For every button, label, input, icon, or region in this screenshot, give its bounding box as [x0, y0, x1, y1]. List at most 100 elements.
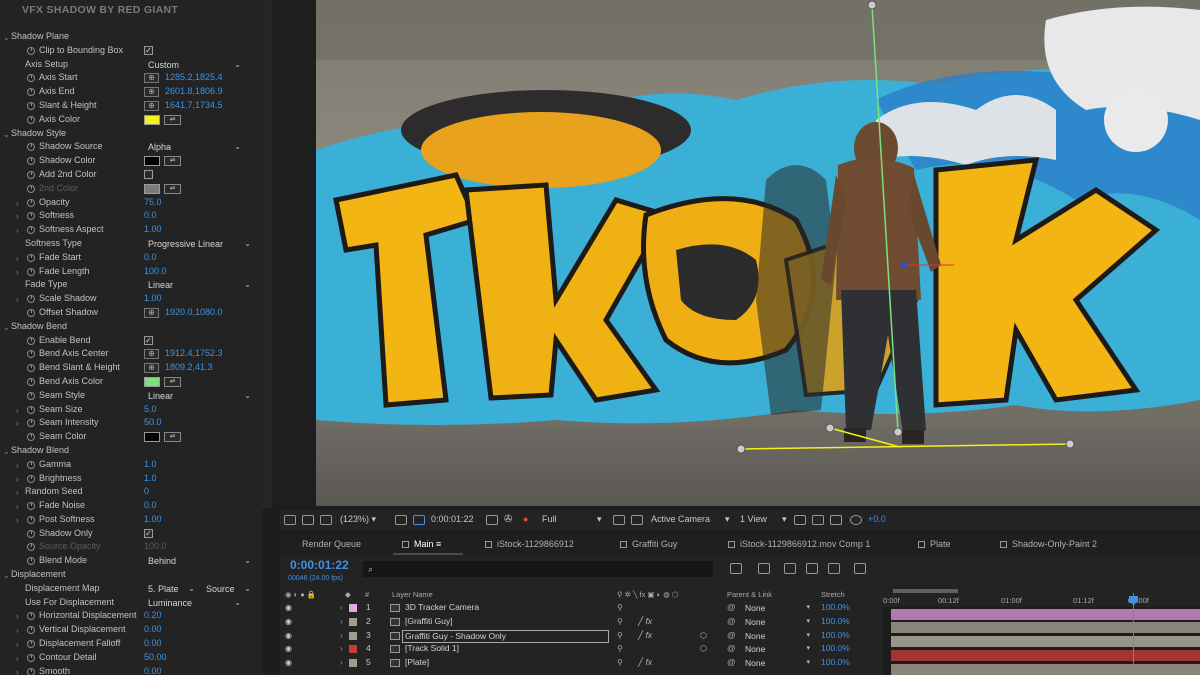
stopwatch-icon[interactable]	[27, 502, 35, 511]
tab-shadow-only-paint-2[interactable]: Shadow-Only-Paint 2	[1000, 539, 1097, 549]
shy-layers-icon[interactable]	[784, 563, 796, 574]
fast-preview-icon[interactable]	[413, 515, 425, 525]
color-channels-icon[interactable]: ●	[523, 514, 528, 524]
property-value[interactable]: 1.00	[144, 223, 162, 237]
twirl-right-icon[interactable]: ›	[16, 610, 19, 624]
stopwatch-icon[interactable]	[27, 336, 35, 345]
stopwatch-icon[interactable]	[27, 474, 35, 483]
composition-viewer[interactable]	[262, 0, 1200, 508]
layer-row[interactable]: ◉ › 2 [Graffiti Guy] ⚲ ╱ fx @ None ▾ 100.0%	[280, 615, 880, 629]
stopwatch-icon[interactable]	[27, 460, 35, 469]
stopwatch-icon[interactable]	[27, 405, 35, 414]
views-dropdown[interactable]: 1 View ▾	[740, 514, 787, 524]
checkbox[interactable]: ✓	[144, 529, 153, 539]
3d-layer-icon[interactable]: ⬡	[700, 642, 707, 656]
color-swatch[interactable]	[144, 114, 160, 125]
property-value[interactable]: 0	[144, 485, 149, 499]
point-value[interactable]: 1641.7,1734.5	[165, 99, 223, 113]
twirl-right-icon[interactable]: ›	[16, 252, 19, 266]
stopwatch-icon[interactable]	[27, 543, 35, 552]
eyedropper-icon[interactable]: ⇌	[164, 114, 181, 125]
zoom-dropdown[interactable]: (123%) ▾	[340, 514, 376, 525]
property-value[interactable]: 0.0	[144, 499, 157, 513]
stopwatch-icon[interactable]	[27, 308, 35, 317]
layer-row[interactable]: ◉ › 4 [Track Solid 1] ⚲ ⬡ @ None ▾ 100.0%	[280, 642, 880, 656]
label-color-swatch[interactable]	[349, 659, 357, 668]
3d-renderer-icon[interactable]	[812, 515, 824, 525]
twirl-right-icon[interactable]: ›	[16, 500, 19, 514]
eye-icon[interactable]: ◉	[285, 601, 292, 615]
color-swatch[interactable]	[144, 432, 160, 443]
column-parent[interactable]: Parent & Link	[727, 590, 772, 599]
twirl-right-icon[interactable]: ›	[16, 210, 19, 224]
stopwatch-icon[interactable]	[27, 433, 35, 442]
label-color-swatch[interactable]	[349, 645, 357, 654]
property-dropdown[interactable]: Custom ⌄	[144, 58, 244, 71]
property-dropdown[interactable]: Behind ⌄	[144, 555, 254, 568]
property-value[interactable]: 0.00	[144, 637, 162, 651]
property-value[interactable]: 1.0	[144, 472, 157, 486]
chevron-right-icon[interactable]: ›	[340, 601, 343, 615]
layer-duration-bar[interactable]	[891, 649, 1200, 661]
stopwatch-icon[interactable]	[27, 364, 35, 373]
chevron-right-icon[interactable]: ›	[340, 629, 343, 643]
stopwatch-icon[interactable]	[27, 667, 35, 675]
stopwatch-icon[interactable]	[27, 529, 35, 538]
group-label[interactable]: Shadow Style	[11, 127, 66, 141]
twirl-right-icon[interactable]: ›	[16, 197, 19, 211]
stopwatch-icon[interactable]	[27, 212, 35, 221]
twirl-right-icon[interactable]: ›	[16, 652, 19, 666]
layer-row[interactable]: ◉ › 1 3D Tracker Camera ⚲ @ None ▾ 100.0%	[280, 601, 880, 615]
composition-frame[interactable]	[316, 0, 1200, 506]
twirl-right-icon[interactable]: ›	[16, 514, 19, 528]
stopwatch-icon[interactable]	[27, 653, 35, 662]
mask-icon[interactable]	[320, 515, 332, 525]
stopwatch-icon[interactable]	[27, 626, 35, 635]
region-of-interest-icon[interactable]	[613, 515, 625, 525]
twirl-down-icon[interactable]: ⌄	[3, 321, 10, 335]
twirl-right-icon[interactable]: ›	[16, 224, 19, 238]
color-swatch[interactable]	[144, 376, 160, 387]
transparency-grid-icon[interactable]	[631, 515, 643, 525]
eye-icon[interactable]: ◉	[285, 656, 292, 670]
label-color-swatch[interactable]	[349, 631, 357, 640]
twirl-right-icon[interactable]: ›	[16, 266, 19, 280]
eye-icon[interactable]: ◉	[285, 642, 292, 656]
stretch-value[interactable]: 100.0%	[821, 601, 850, 615]
eye-icon[interactable]: ◉	[285, 629, 292, 643]
pick-whip-icon[interactable]: @	[727, 629, 736, 643]
property-value[interactable]: 75.0	[144, 196, 162, 210]
stopwatch-icon[interactable]	[27, 101, 35, 110]
twirl-right-icon[interactable]: ›	[16, 417, 19, 431]
parent-dropdown[interactable]: None ▾	[742, 657, 812, 669]
eyedropper-icon[interactable]: ⇌	[164, 183, 181, 194]
layer-name[interactable]: [Graffiti Guy]	[405, 615, 453, 629]
stopwatch-icon[interactable]	[27, 253, 35, 262]
property-value[interactable]: 5.0	[144, 403, 157, 417]
snapshot-icon[interactable]	[284, 515, 296, 525]
twirl-right-icon[interactable]: ›	[16, 459, 19, 473]
tab-istock-1129866912-mov-comp-1[interactable]: iStock-1129866912.mov Comp 1	[728, 539, 870, 549]
twirl-down-icon[interactable]: ⌄	[3, 569, 10, 583]
draft-3d-icon[interactable]	[758, 563, 770, 574]
layer-duration-bar[interactable]	[891, 663, 1200, 675]
eye-icon[interactable]: ◉	[285, 615, 292, 629]
chevron-right-icon[interactable]: ›	[340, 642, 343, 656]
parent-dropdown[interactable]: None ▾	[742, 602, 812, 614]
stretch-value[interactable]: 100.0%	[821, 642, 850, 656]
camera-dropdown[interactable]: Active Camera ▾	[651, 514, 730, 524]
exposure-value[interactable]: +0.0	[868, 514, 886, 524]
property-dropdown[interactable]: Alpha ⌄	[144, 141, 244, 154]
checkbox[interactable]	[144, 170, 153, 180]
fx-switch-icon[interactable]: ╱ fx	[638, 656, 652, 670]
shy-switch-icon[interactable]: ⚲	[617, 642, 623, 656]
property-value[interactable]: 0.00	[144, 665, 162, 675]
color-swatch[interactable]	[144, 156, 160, 167]
twirl-down-icon[interactable]: ⌄	[3, 31, 10, 45]
property-dropdown[interactable]: Linear ⌄	[144, 389, 254, 402]
stopwatch-icon[interactable]	[27, 419, 35, 428]
point-value[interactable]: 2601.8,1806.9	[165, 85, 223, 99]
chevron-right-icon[interactable]: ›	[340, 656, 343, 670]
shy-switch-icon[interactable]: ⚲	[617, 656, 623, 670]
comp-flow-icon[interactable]	[730, 563, 742, 574]
